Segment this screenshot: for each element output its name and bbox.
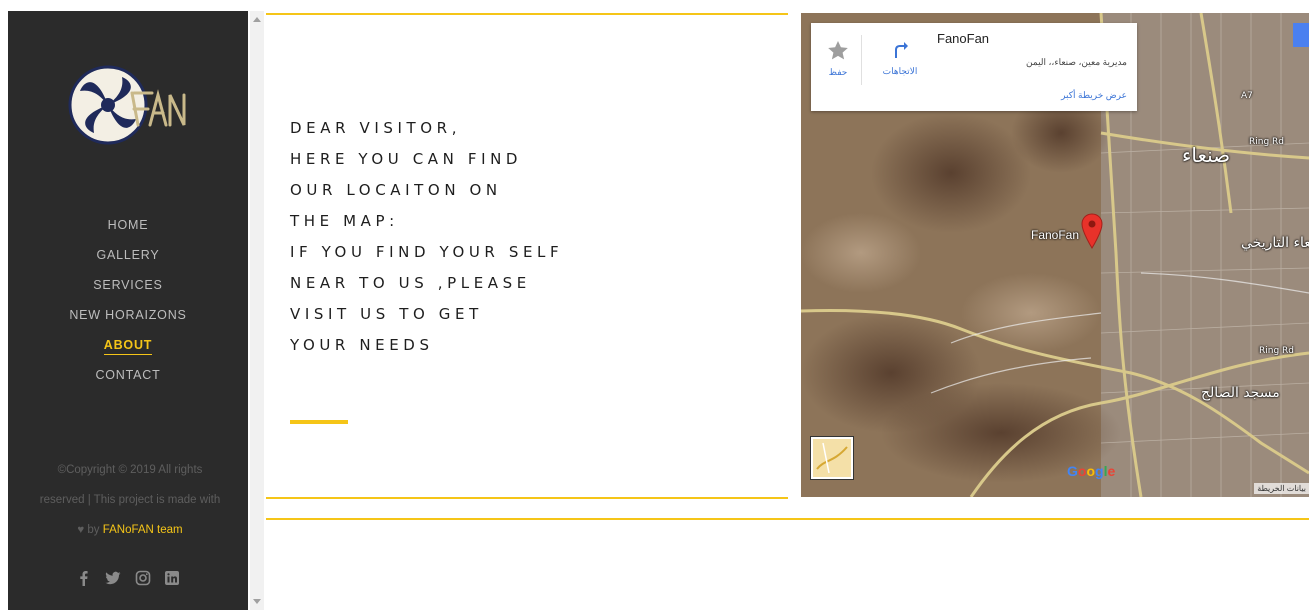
directions-icon [895, 42, 908, 58]
fanofan-logo[interactable] [66, 63, 192, 149]
facebook-icon[interactable] [76, 570, 92, 586]
nav-item-gallery[interactable]: GALLERY [8, 247, 248, 277]
map-data-credit[interactable]: بيانات الخريطة [1254, 483, 1309, 494]
star-icon [828, 41, 848, 60]
sidebar: HOME GALLERY SERVICES NEW HORAIZONS ABOU… [8, 11, 248, 610]
nav-item-new-horaizons[interactable]: NEW HORAIZONS [8, 307, 248, 337]
location-pin-icon[interactable] [1081, 213, 1103, 249]
instagram-icon[interactable] [135, 570, 151, 586]
visitor-message: DEAR VISITOR, HERE YOU CAN FIND OUR LOCA… [290, 119, 564, 354]
accent-underline [290, 420, 348, 424]
nav-item-about[interactable]: ABOUT [8, 337, 248, 367]
map-type-toggle[interactable] [811, 437, 853, 479]
top-divider [266, 13, 788, 15]
map-label-sanaa: صنعاء [1182, 143, 1231, 167]
save-place-button[interactable]: حفظ [823, 41, 853, 78]
map-side-tab[interactable] [1293, 23, 1309, 47]
card-divider [861, 35, 862, 85]
place-address: مديرية معين، صنعاء،، اليمن [1026, 57, 1127, 67]
pin-label[interactable]: FanoFan [1031, 228, 1079, 242]
map-label-saleh-mosque: مسجد الصالح [1201, 385, 1280, 401]
nav-item-contact[interactable]: CONTACT [8, 367, 248, 397]
team-link[interactable]: FANoFAN team [103, 524, 183, 536]
mid-divider [266, 497, 788, 499]
section-divider [266, 518, 1309, 520]
social-links [8, 567, 248, 586]
nav-item-services[interactable]: SERVICES [8, 277, 248, 307]
vertical-scrollbar[interactable] [250, 11, 264, 610]
google-logo: Google [1067, 463, 1116, 479]
twitter-icon[interactable] [105, 570, 121, 586]
directions-button[interactable]: الاتجاهات [875, 41, 925, 77]
embedded-map[interactable]: صنعاء صنعاء التاريخي مسجد الصالح Ring Rd… [801, 13, 1309, 497]
scroll-thumb[interactable] [252, 29, 262, 589]
linkedin-icon[interactable] [164, 570, 180, 586]
main-nav: HOME GALLERY SERVICES NEW HORAIZONS ABOU… [8, 217, 248, 397]
map-label-old-city: صنعاء التاريخي [1241, 235, 1309, 251]
map-label-a7: A7 [1241, 91, 1253, 101]
map-label-ring-rd-top: Ring Rd [1249, 137, 1284, 147]
copyright: ©Copyright © 2019 All rights reserved | … [39, 464, 221, 536]
scroll-down-arrow-icon[interactable] [253, 599, 261, 604]
place-name: FanoFan [937, 31, 990, 46]
map-label-ring-rd-bottom: Ring Rd [1259, 346, 1294, 356]
nav-item-home[interactable]: HOME [8, 217, 248, 247]
view-larger-map-link[interactable]: عرض خريطة أكبر [1061, 90, 1127, 101]
scroll-up-arrow-icon[interactable] [253, 17, 261, 22]
place-info-card: حفظ الاتجاهات FanoFan مديرية معين، صنعاء… [811, 23, 1137, 111]
